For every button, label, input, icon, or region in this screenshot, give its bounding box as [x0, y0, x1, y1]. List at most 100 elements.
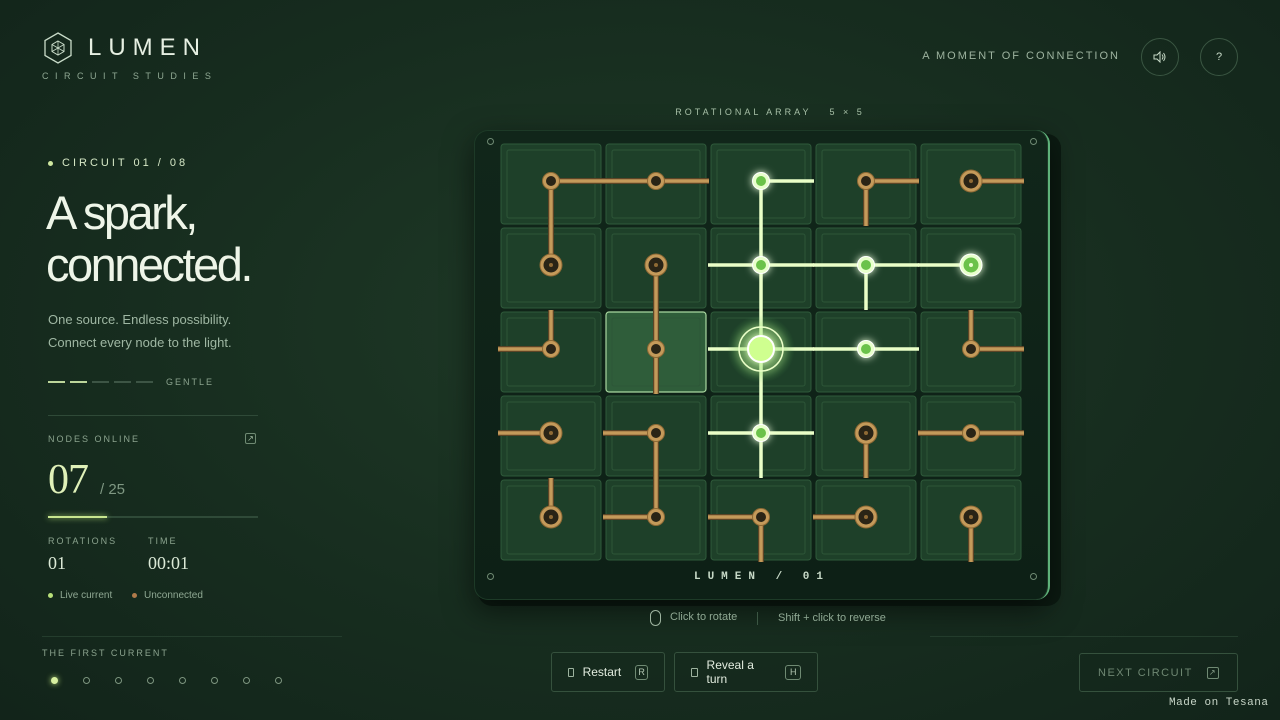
node-center [969, 515, 973, 519]
description-line-2: Connect every node to the light. [48, 335, 232, 350]
tagline: A MOMENT OF CONNECTION [922, 50, 1120, 62]
reveal-key-hint: H [785, 664, 801, 680]
brand-subtitle: CIRCUIT STUDIES [42, 71, 218, 81]
difficulty-bar [70, 381, 87, 383]
time-label: TIME [148, 536, 178, 546]
live-dot-icon [48, 593, 53, 598]
node-hole [651, 344, 661, 354]
difficulty-bar [114, 381, 131, 383]
node-hole [546, 176, 556, 186]
circuit-tile[interactable] [815, 395, 917, 478]
circuit-tile[interactable] [498, 395, 602, 477]
level-dot[interactable] [80, 674, 92, 686]
node-hole [651, 428, 661, 438]
level-dot[interactable] [48, 674, 60, 686]
circuit-headline: A spark, connected. [46, 187, 346, 291]
nodes-online-label: NODES ONLINE [48, 434, 141, 444]
level-dot[interactable] [176, 674, 188, 686]
made-on-credit[interactable]: Made on Tesana [1169, 697, 1268, 709]
node-hole [756, 428, 766, 438]
circuit-number-label: CIRCUIT 01 / 08 [48, 157, 188, 169]
expand-icon[interactable]: ↗ [245, 433, 256, 444]
restart-label: Restart [582, 665, 622, 679]
help-button[interactable]: ? [1200, 38, 1238, 76]
node-hole [756, 260, 766, 270]
difficulty-bar [136, 381, 153, 383]
nodes-online-count: 07 [48, 457, 89, 503]
circuit-tile[interactable] [813, 479, 917, 561]
circuit-tile[interactable] [920, 310, 1024, 393]
nodes-progress-fill [48, 516, 107, 518]
headline-line-1: A spark, [46, 186, 198, 239]
divider [48, 415, 258, 416]
level-dot[interactable] [208, 674, 220, 686]
level-dot[interactable] [144, 674, 156, 686]
circuit-tile[interactable] [920, 479, 1022, 562]
nodes-progress-bar [48, 516, 258, 518]
reveal-icon [691, 667, 698, 677]
node-center [969, 263, 973, 267]
divider [930, 636, 1238, 637]
array-size: 5 × 5 [829, 107, 865, 117]
node-center [549, 431, 553, 435]
node-hole [756, 176, 766, 186]
hexagon-logo-icon [44, 32, 72, 64]
circuit-tile[interactable] [603, 143, 709, 225]
circuit-description: One source. Endless possibility. Connect… [48, 308, 308, 354]
circuit-tile[interactable] [500, 226, 602, 309]
circuit-number-text: CIRCUIT 01 / 08 [62, 157, 189, 169]
circuit-tile[interactable] [708, 479, 812, 562]
array-title: ROTATIONAL ARRAY [675, 107, 812, 117]
next-circuit-label: NEXT CIRCUIT [1098, 666, 1193, 679]
brand-name: LUMEN [88, 34, 208, 61]
source-core [747, 335, 775, 363]
tile-grid [498, 143, 1024, 562]
reveal-turn-button[interactable]: Reveal a turn H [674, 652, 818, 692]
restart-button[interactable]: Restart R [551, 652, 665, 692]
node-hole [861, 260, 871, 270]
circuit-tile[interactable] [605, 227, 707, 310]
nodes-total: / 25 [100, 481, 126, 498]
node-center [969, 179, 973, 183]
difficulty-label: GENTLE [166, 377, 215, 387]
legend-unconnected: Unconnected [132, 590, 203, 601]
legend-unconnected-label: Unconnected [144, 590, 203, 601]
node-hole [651, 512, 661, 522]
difficulty-bar [48, 381, 65, 383]
arrow-icon: ↗ [1207, 666, 1219, 679]
circuit-tile[interactable] [500, 143, 604, 226]
next-circuit-button[interactable]: NEXT CIRCUIT ↗ [1079, 653, 1238, 692]
level-selector [48, 674, 304, 686]
headline-line-2: connected. [46, 238, 253, 291]
node-center [864, 515, 868, 519]
difficulty-bar [92, 381, 109, 383]
restart-icon [568, 667, 574, 677]
board-caption: LUMEN / 01 [693, 571, 830, 583]
node-center [654, 263, 658, 267]
circuit-tile[interactable] [605, 310, 707, 394]
level-dot[interactable] [272, 674, 284, 686]
speaker-icon [1153, 51, 1166, 63]
circuit-tile[interactable] [500, 478, 602, 561]
node-center [549, 515, 553, 519]
node-hole [756, 512, 766, 522]
legend-live-label: Live current [60, 590, 113, 601]
node-hole [966, 344, 976, 354]
circuit-tile[interactable] [918, 395, 1024, 477]
level-set-title: THE FIRST CURRENT [42, 648, 169, 658]
level-dot[interactable] [240, 674, 252, 686]
circuit-tile[interactable] [498, 310, 602, 393]
circuit-tile[interactable] [815, 143, 919, 226]
circuit-tile[interactable] [603, 478, 707, 561]
circuit-tile[interactable] [603, 395, 707, 478]
sound-button[interactable] [1141, 38, 1179, 76]
description-line-1: One source. Endless possibility. [48, 312, 232, 327]
node-hole [861, 176, 871, 186]
level-dot[interactable] [112, 674, 124, 686]
circuit-tile[interactable] [920, 143, 1024, 225]
status-dot [48, 160, 53, 166]
rotate-hint: Click to rotate [670, 611, 738, 623]
time-value: 00:01 [148, 553, 190, 573]
divider [42, 636, 342, 637]
unconnected-dot-icon [132, 593, 137, 598]
